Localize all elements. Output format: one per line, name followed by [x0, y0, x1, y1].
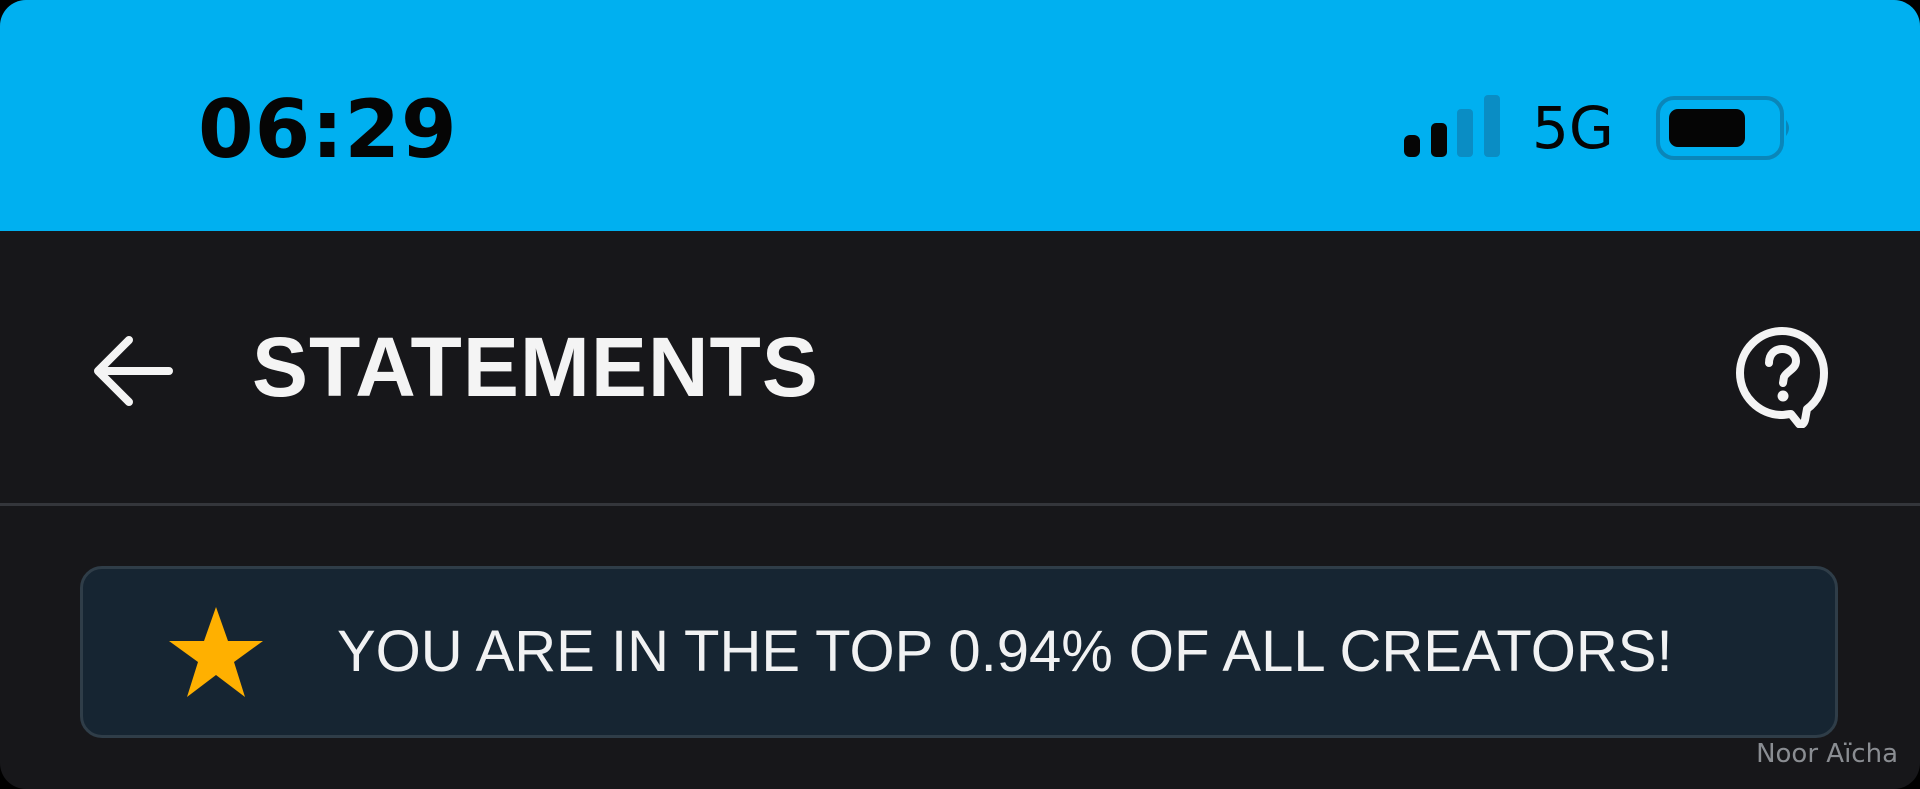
star-icon [169, 607, 263, 697]
page-title: STATEMENTS [252, 320, 819, 414]
cellular-signal-icon [1404, 95, 1500, 157]
status-time: 06:29 [198, 83, 458, 176]
arrow-left-icon [94, 336, 173, 406]
phone-screen: 06:29 5G STATEMENTS YOU ARE IN THE TOP 0… [0, 0, 1920, 789]
network-type: 5G [1532, 94, 1614, 162]
watermark: Noor Aïcha [1756, 739, 1898, 769]
app-header: STATEMENTS [0, 231, 1920, 506]
back-button[interactable] [80, 323, 184, 419]
status-bar: 06:29 5G [0, 0, 1920, 231]
help-button[interactable] [1730, 325, 1834, 429]
banner-text: YOU ARE IN THE TOP 0.94% OF ALL CREATORS… [337, 619, 1673, 684]
help-question-icon [1736, 327, 1828, 428]
battery-icon [1656, 96, 1789, 160]
top-creators-banner: YOU ARE IN THE TOP 0.94% OF ALL CREATORS… [80, 566, 1838, 738]
